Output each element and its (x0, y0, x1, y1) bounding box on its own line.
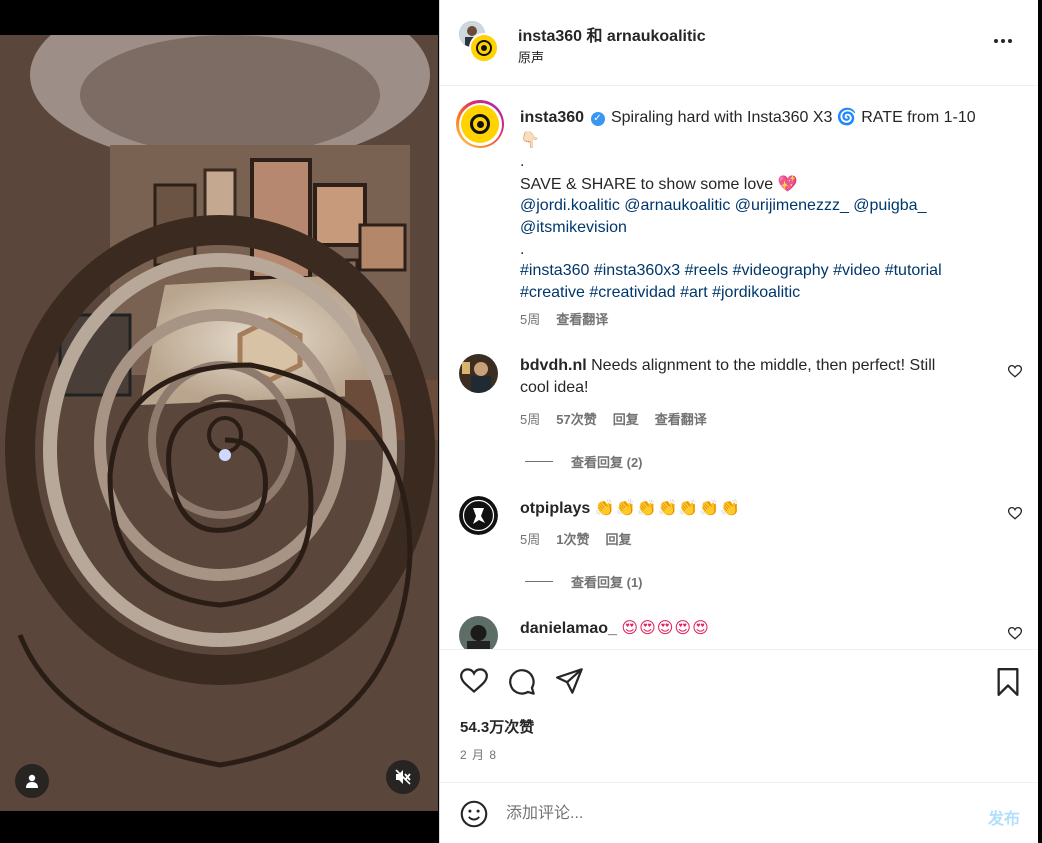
insta360-logo (461, 105, 499, 143)
more-horizontal-icon (994, 39, 998, 43)
comment-composer: 发布 (440, 782, 1038, 843)
post-caption: insta360 ✓ Spiraling hard with Insta360 … (520, 106, 1000, 303)
comment-translate-button[interactable]: 查看翻译 (655, 409, 707, 428)
caption-text-1b: RATE from 1-10 (861, 109, 976, 126)
insta360-avatar-small (469, 33, 499, 63)
comment-username[interactable]: bdvdh.nl (520, 357, 587, 374)
collab-avatars[interactable] (459, 21, 499, 63)
mute-button[interactable] (386, 760, 420, 794)
verified-badge-icon: ✓ (590, 112, 605, 126)
caption-text-1: Spiraling hard with Insta360 X3 (610, 109, 833, 126)
comment-input[interactable] (506, 801, 946, 827)
user-tags-button[interactable] (15, 764, 49, 798)
like-comment-heart-icon[interactable] (1008, 627, 1022, 640)
comments-scroll-area[interactable]: insta360 ✓ Spiraling hard with Insta360 … (440, 86, 1038, 649)
pointing-hand-emoji-icon: 👇🏻 (520, 129, 540, 149)
reply-button[interactable]: 回复 (605, 529, 631, 548)
danielamao-avatar[interactable] (459, 616, 498, 649)
save-bookmark-icon[interactable] (996, 668, 1020, 696)
post-authors[interactable]: insta360 和 arnaukoalitic (518, 22, 706, 46)
comment-time[interactable]: 5周 (520, 409, 540, 428)
insta360-avatar[interactable] (456, 100, 504, 148)
speaker-muted-icon (395, 769, 411, 785)
person-icon (26, 774, 38, 788)
emoji-smiley-icon[interactable] (460, 800, 488, 828)
heart-emoji-icon: 💖 (777, 173, 798, 193)
caption-translate-button[interactable]: 查看翻译 (556, 309, 608, 328)
post-header: insta360 和 arnaukoalitic 原声 (440, 0, 1038, 86)
comment-meta: 5周 57次赞 回复 查看翻译 (520, 409, 707, 428)
post-details-panel: insta360 和 arnaukoalitic 原声 insta360 ✓ S… (439, 0, 1038, 843)
spiral-staircase-image (0, 35, 438, 811)
more-options-button[interactable] (994, 33, 1016, 49)
post-comment-button[interactable]: 发布 (988, 805, 1020, 829)
caption-save-share: SAVE & SHARE to show some love (520, 175, 774, 193)
like-comment-heart-icon[interactable] (1008, 365, 1022, 378)
spiral-emoji-icon: 🌀 (836, 107, 857, 126)
caption-meta: 5周 查看翻译 (520, 309, 608, 328)
comment-username[interactable]: otpiplays (520, 500, 590, 517)
caption-username[interactable]: insta360 (520, 109, 584, 126)
caption-hashtags-1[interactable]: #insta360 #insta360x3 #reels #videograph… (520, 260, 1000, 282)
comment-meta: 5周 1次赞 回复 (520, 529, 631, 548)
comment-text-2: cool idea! (520, 378, 589, 396)
share-paper-plane-icon[interactable] (556, 668, 584, 694)
comment-likes[interactable]: 57次赞 (556, 409, 596, 428)
comment-time[interactable]: 5周 (520, 529, 540, 548)
like-heart-icon[interactable] (460, 668, 488, 694)
caption-dot: . (520, 153, 525, 171)
view-replies-button[interactable]: 查看回复 (1) (525, 572, 643, 591)
comment-body: bdvdh.nl Needs alignment to the middle, … (520, 355, 980, 398)
caption-hashtags-2[interactable]: #creative #creatividad #art #jordikoalit… (520, 282, 1000, 304)
comment-likes[interactable]: 1次赞 (556, 529, 589, 548)
caption-time[interactable]: 5周 (520, 309, 540, 328)
heart-eyes-emoji-icon: 😍😍😍😍😍 (621, 618, 710, 637)
bdvdh-avatar[interactable] (459, 354, 498, 393)
comment-body: danielamao_ 😍😍😍😍😍 (520, 617, 980, 640)
caption-mentions-2[interactable]: @itsmikevision (520, 217, 1000, 239)
post-date[interactable]: 2 月 8 (460, 746, 497, 763)
reply-button[interactable]: 回复 (613, 409, 639, 428)
view-replies-button[interactable]: 查看回复 (2) (525, 452, 643, 471)
reel-video[interactable] (0, 35, 438, 811)
likes-count[interactable]: 54.3万次赞 (460, 716, 534, 737)
caption-dot-2: . (520, 240, 525, 258)
post-actions: 54.3万次赞 2 月 8 (440, 649, 1038, 782)
caption-mentions-1[interactable]: @jordi.koalitic @arnaukoalitic @urijimen… (520, 195, 1000, 217)
comment-text: Needs alignment to the middle, then perf… (591, 357, 936, 374)
otpiplays-avatar[interactable] (459, 496, 498, 535)
clapping-hands-emoji-icon: 👏👏👏👏👏👏👏 (594, 498, 742, 517)
comment-username[interactable]: danielamao_ (520, 620, 617, 637)
like-comment-heart-icon[interactable] (1008, 507, 1022, 520)
media-panel (0, 0, 438, 843)
comment-body: otpiplays 👏👏👏👏👏👏👏 (520, 497, 980, 520)
comment-bubble-icon[interactable] (508, 668, 536, 696)
original-audio-label[interactable]: 原声 (518, 47, 544, 66)
